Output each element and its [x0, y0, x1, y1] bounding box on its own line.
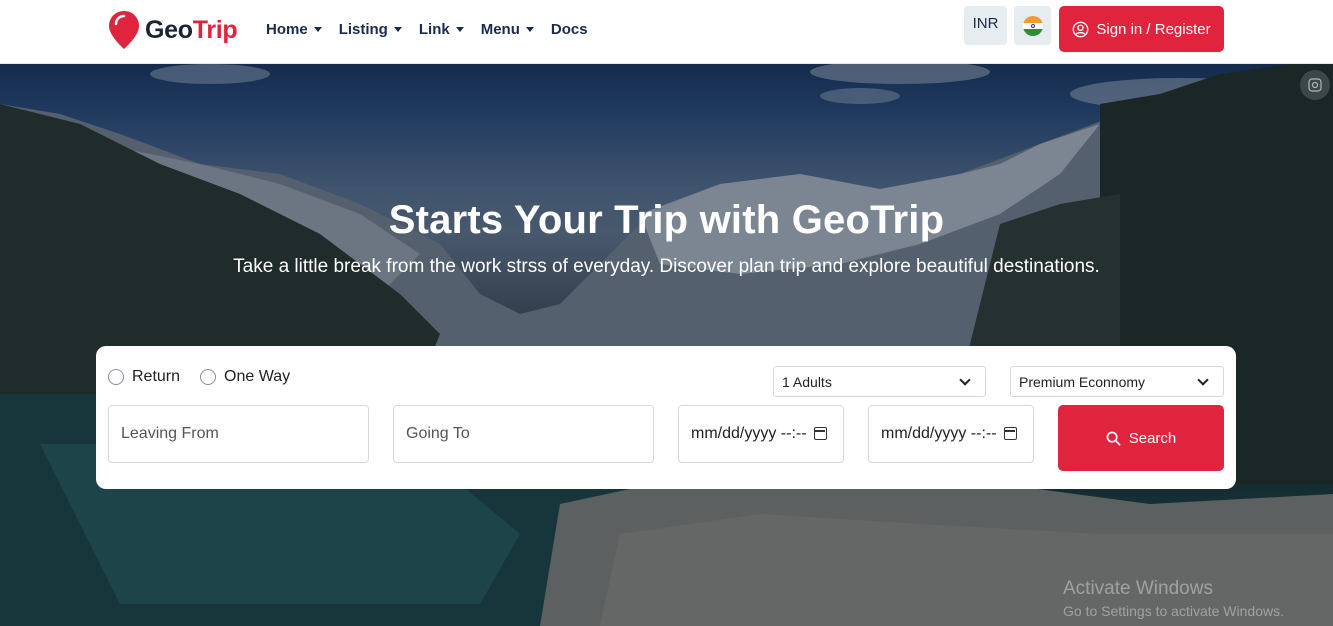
map-pin-logo-icon [109, 11, 139, 49]
nav-item-link[interactable]: Link [419, 18, 464, 40]
leaving-from-input[interactable]: Leaving From [108, 405, 369, 463]
calendar-icon[interactable] [1004, 427, 1017, 440]
hero-subtitle: Take a little break from the work strss … [233, 256, 1100, 277]
user-circle-icon [1072, 21, 1089, 37]
radio-button[interactable] [108, 369, 124, 385]
trip-type-one-way[interactable]: One Way [200, 368, 290, 386]
chevron-down-icon [1197, 374, 1209, 386]
calendar-icon[interactable] [814, 427, 827, 440]
logo-text: GeoTrip [145, 15, 238, 45]
nav-item-label: Link [418, 20, 450, 38]
signin-label: Sign in / Register [1096, 20, 1211, 38]
cabin-class-value: Premium Econnomy [1019, 373, 1146, 390]
nav-item-listing[interactable]: Listing [339, 18, 402, 40]
nav-item-label: Listing [338, 20, 388, 38]
chevron-down-icon [525, 26, 534, 32]
chevron-down-icon [455, 26, 464, 32]
chevron-down-icon [313, 26, 322, 32]
geotrip-logo[interactable]: GeoTrip [107, 9, 238, 51]
activate-windows-title: Activate Windows [1063, 578, 1213, 599]
top-navbar: GeoTrip Home Listing Link Menu Docs INR [0, 0, 1333, 64]
nav-item-label: Home [266, 20, 308, 38]
radio-label: One Way [224, 368, 291, 385]
nav-item-menu[interactable]: Menu [481, 18, 534, 40]
passengers-value: 1 Adults [782, 373, 832, 390]
nav-item-label: Menu [480, 20, 520, 38]
cabin-class-select[interactable]: Premium Econnomy [1010, 366, 1224, 397]
logo-text-geo: Geo [145, 15, 193, 44]
language-button[interactable] [1014, 6, 1051, 45]
search-icon [1106, 431, 1121, 445]
nav-item-docs[interactable]: Docs [551, 18, 588, 40]
nav-item-home[interactable]: Home [266, 18, 322, 40]
activate-windows-subtitle: Go to Settings to activate Windows. [1063, 603, 1284, 619]
hero-section: Starts Your Trip with GeoTrip Take a lit… [0, 64, 1333, 626]
passengers-select[interactable]: 1 Adults [773, 366, 986, 397]
radio-button[interactable] [200, 369, 216, 385]
return-date-value: mm/dd/yyyy --:-- [881, 425, 997, 442]
depart-date-value: mm/dd/yyyy --:-- [691, 425, 807, 442]
logo-text-trip: Trip [192, 15, 238, 44]
going-to-input[interactable]: Going To [393, 405, 654, 463]
india-flag-icon [1022, 15, 1043, 36]
hero-overlay [0, 64, 1333, 626]
trip-type-return[interactable]: Return [108, 368, 180, 386]
search-button[interactable]: Search [1058, 405, 1224, 471]
hero-title: Starts Your Trip with GeoTrip [388, 198, 945, 242]
nav-item-label: Docs [550, 20, 588, 38]
signin-register-button[interactable]: Sign in / Register [1059, 6, 1224, 52]
radio-label: Return [132, 368, 181, 385]
chevron-down-icon [393, 26, 402, 32]
search-label: Search [1128, 429, 1177, 447]
going-to-placeholder: Going To [406, 425, 470, 442]
flight-search-form: Return One Way 1 Adults Premium Econnomy… [96, 346, 1236, 489]
currency-button[interactable]: INR [964, 6, 1007, 45]
chevron-down-icon [959, 374, 971, 386]
depart-date-input[interactable]: mm/dd/yyyy --:-- [678, 405, 844, 463]
leaving-from-placeholder: Leaving From [121, 425, 219, 442]
screen-capture-icon[interactable] [1300, 70, 1330, 100]
return-date-input[interactable]: mm/dd/yyyy --:-- [868, 405, 1034, 463]
main-nav: Home Listing Link Menu Docs [266, 18, 605, 40]
